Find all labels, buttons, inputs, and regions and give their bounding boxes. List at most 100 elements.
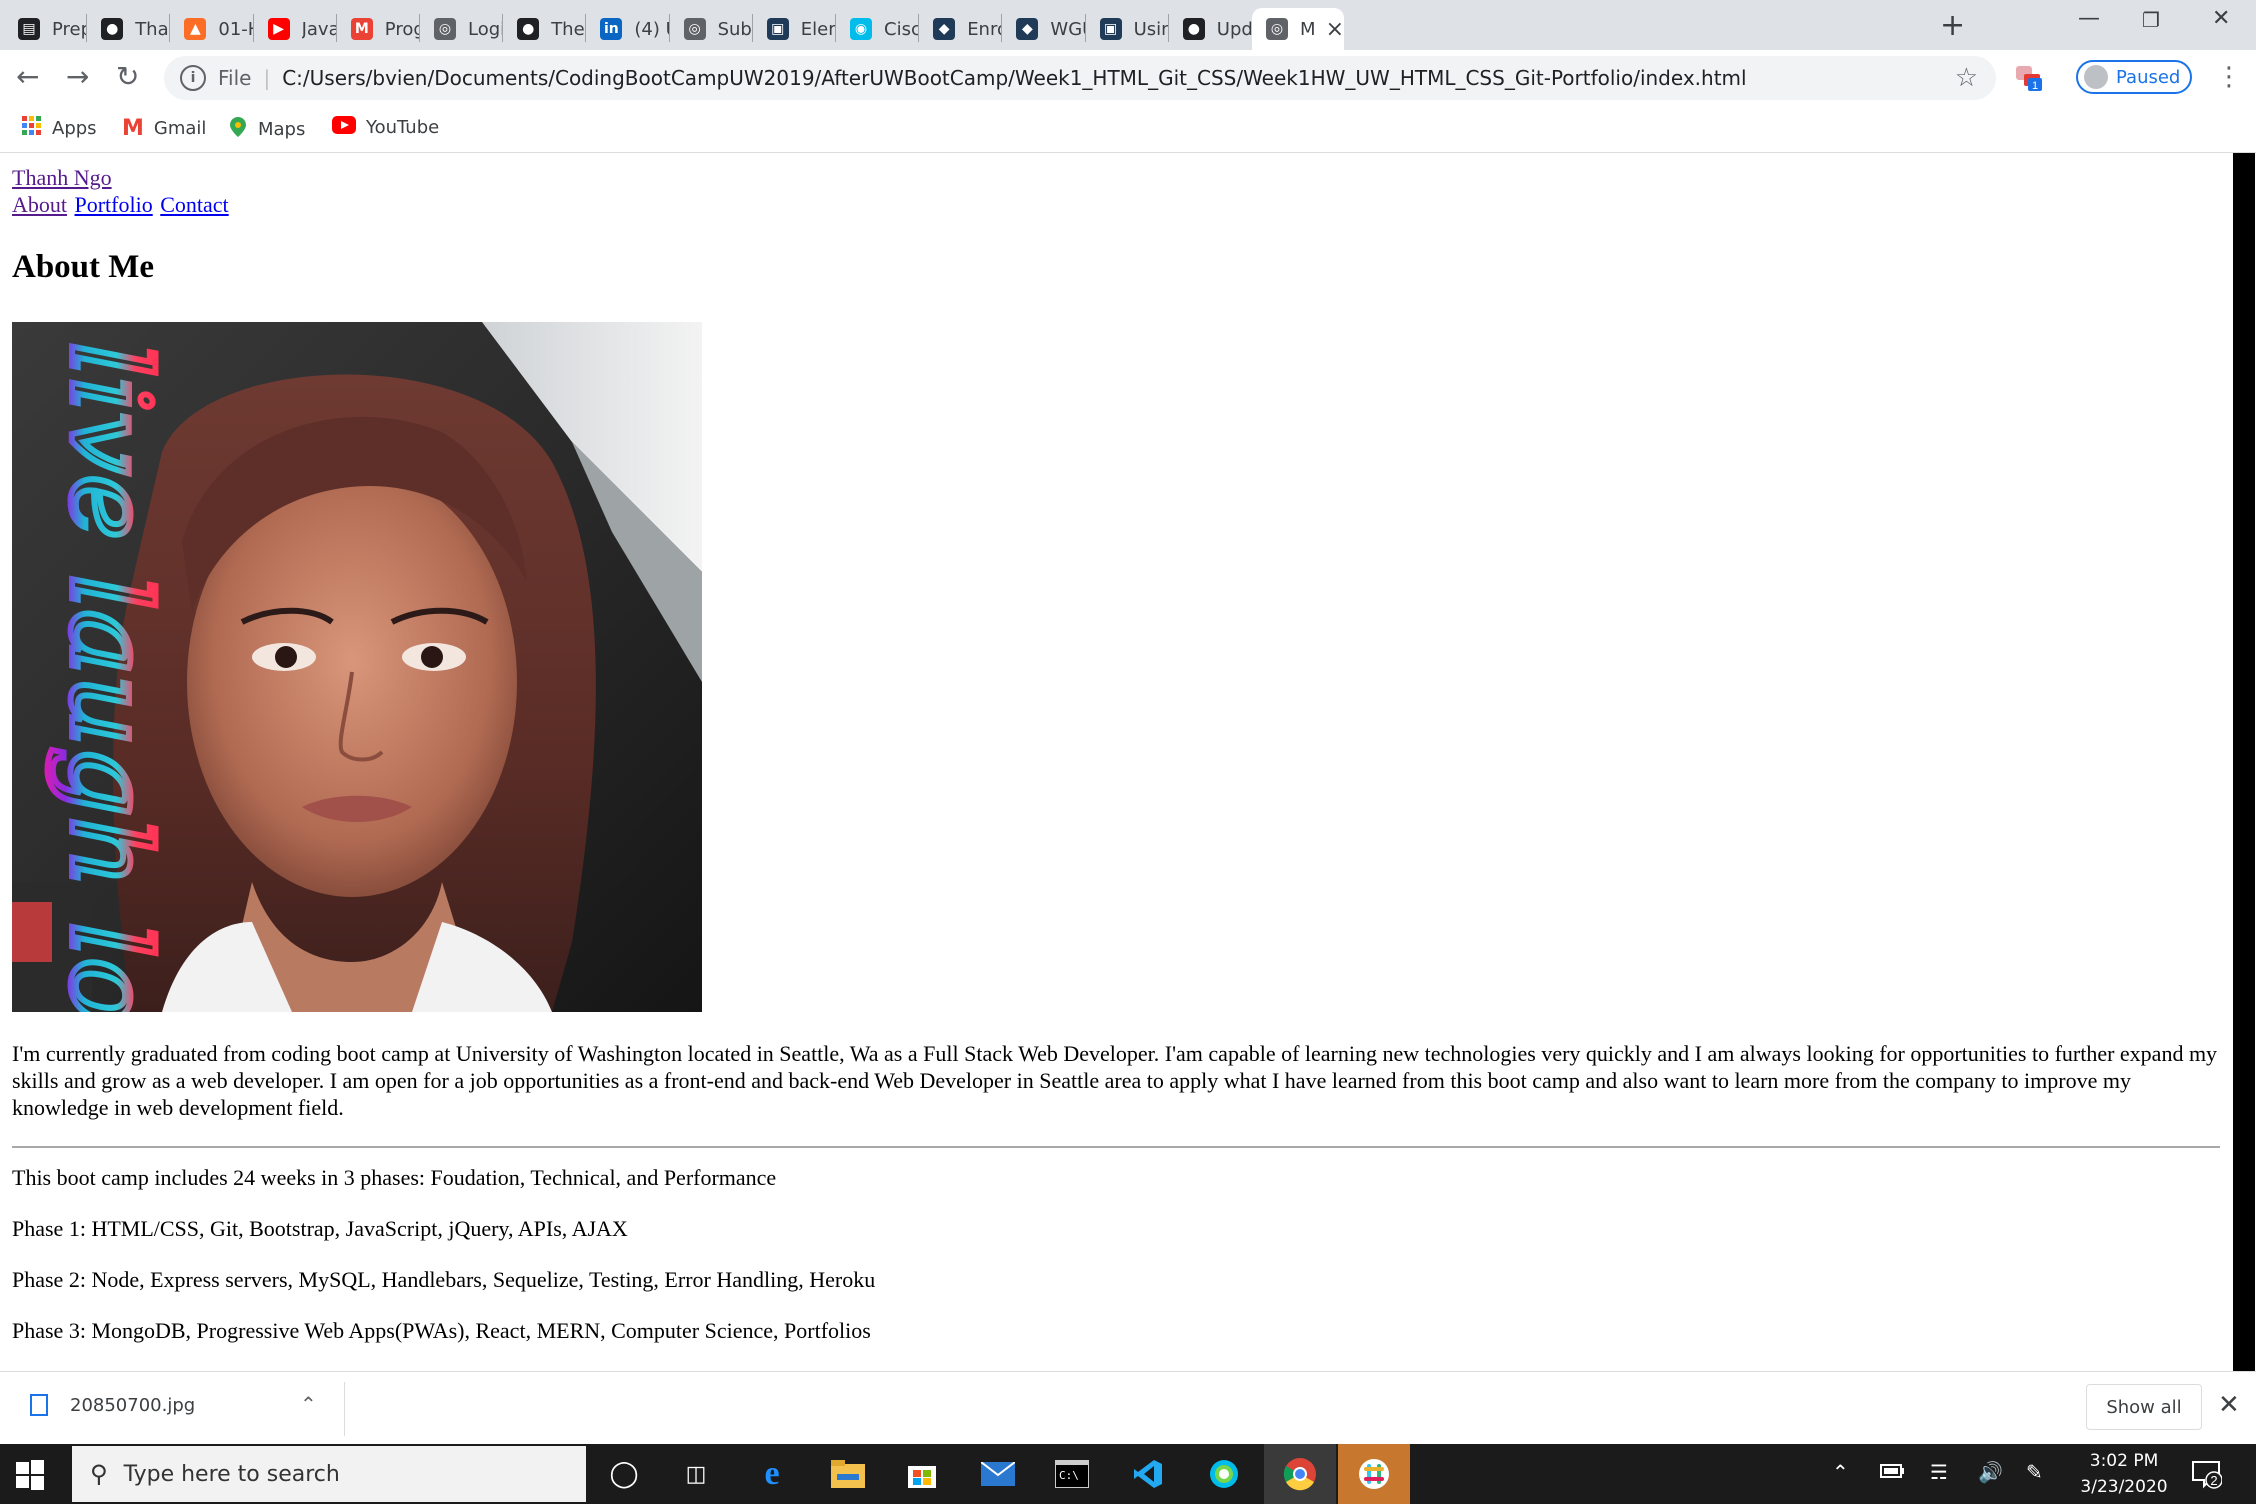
window-close-icon[interactable]: ✕: [2212, 6, 2230, 31]
tab-title: Submit: [717, 18, 753, 40]
show-all-button[interactable]: Show all: [2086, 1384, 2202, 1430]
url-scheme-label: File: [218, 66, 252, 90]
tab-0[interactable]: ▤ Prepare: [4, 8, 87, 50]
taskbar-clock[interactable]: 3:02 PM 3/23/2020: [2064, 1448, 2184, 1500]
notification-icon[interactable]: 2: [2190, 1458, 2223, 1490]
extension-icon[interactable]: 1: [2014, 64, 2042, 92]
tab-11[interactable]: ◆ Enrollm: [919, 8, 1002, 50]
reload-icon[interactable]: ↻: [116, 60, 139, 93]
tab-12[interactable]: ◆ WGU S: [1002, 8, 1086, 50]
tab-8[interactable]: ◎ Submit: [670, 8, 753, 50]
chevron-up-tray-icon[interactable]: ⌃: [1832, 1460, 1849, 1484]
bookmark-label: YouTube: [366, 117, 440, 138]
tab-7[interactable]: in (4) UW: [586, 8, 670, 50]
tab-2[interactable]: ▲ 01-HTM: [170, 8, 254, 50]
app-icon: ▣: [766, 18, 789, 40]
windows-start-icon[interactable]: [14, 1458, 46, 1490]
new-tab-button[interactable]: +: [1940, 8, 1965, 43]
cisco-webex-icon[interactable]: [1204, 1454, 1244, 1494]
pen-icon[interactable]: ✎: [2026, 1460, 2043, 1484]
document-icon: ▤: [18, 18, 40, 40]
tab-title: TheStor: [551, 18, 586, 40]
restore-icon[interactable]: ❐: [2142, 8, 2160, 32]
clock-time: 3:02 PM: [2089, 1451, 2159, 1471]
download-divider: [344, 1382, 345, 1436]
globe-icon: ◎: [683, 18, 706, 40]
tab-1[interactable]: ● ThanhN: [87, 8, 170, 50]
download-bar: 20850700.jpg ⌃ Show all ✕: [0, 1371, 2256, 1445]
bookmark-label: Gmail: [153, 118, 207, 139]
tab-title: (4) UW: [634, 18, 669, 40]
tab-title: Enrollm: [967, 18, 1002, 40]
forward-icon[interactable]: →: [66, 60, 89, 93]
nav-about-link[interactable]: About: [12, 192, 67, 217]
phase-1-text: Phase 1: HTML/CSS, Git, Bootstrap, JavaS…: [12, 1216, 628, 1241]
back-icon[interactable]: ←: [16, 60, 39, 93]
battery-icon[interactable]: [1880, 1460, 1906, 1484]
owl-icon: ◆: [933, 18, 956, 40]
tab-10[interactable]: ◉ Cisco V: [836, 8, 919, 50]
tab-3[interactable]: ▶ JavaScr: [254, 8, 337, 50]
tab-14[interactable]: ● Update: [1169, 8, 1252, 50]
tab-title: My: [1300, 18, 1314, 40]
nav-portfolio-link[interactable]: Portfolio: [75, 192, 153, 217]
phase-2-text: Phase 2: Node, Express servers, MySQL, H…: [12, 1267, 876, 1292]
tab-strip: ▤ Prepare ● ThanhN ▲ 01-HTM ▶ JavaScr M Prograr ◎ L…: [0, 0, 2256, 50]
tab-13[interactable]: ▣ Using T: [1086, 8, 1169, 50]
store-icon[interactable]: [902, 1454, 942, 1494]
section-divider: [12, 1146, 2220, 1148]
avatar-icon: [2084, 65, 2108, 89]
slack-icon[interactable]: [1354, 1454, 1394, 1494]
site-nav: About Portfolio Contact: [12, 192, 231, 218]
chevron-up-icon[interactable]: ⌃: [300, 1392, 317, 1416]
tab-15[interactable]: ◎ My ×: [1252, 8, 1344, 50]
tab-title: Elemen: [800, 18, 836, 40]
tab-5[interactable]: ◎ Login t: [420, 8, 503, 50]
notification-count: 2: [2210, 1473, 2217, 1488]
browser-menu-icon[interactable]: ⋮: [2216, 62, 2242, 92]
taskbar-search[interactable]: ⚲ Type here to search: [72, 1446, 586, 1502]
image-file-icon: [30, 1394, 48, 1416]
tab-9[interactable]: ▣ Elemen: [753, 8, 836, 50]
bookmark-gmail[interactable]: M Gmail: [122, 116, 206, 141]
url-text[interactable]: C:/Users/bvien/Documents/CodingBootCampU…: [282, 66, 1746, 90]
file-explorer-icon[interactable]: [828, 1454, 868, 1494]
edge-icon[interactable]: e: [752, 1454, 792, 1494]
task-view-icon[interactable]: ◫: [676, 1454, 716, 1494]
nav-contact-link[interactable]: Contact: [160, 192, 228, 217]
tab-title: Login t: [468, 18, 503, 40]
address-bar[interactable]: i File | C:/Users/bvien/Documents/Coding…: [164, 56, 1996, 100]
tab-4[interactable]: M Prograr: [337, 8, 420, 50]
phase-3-text: Phase 3: MongoDB, Progressive Web Apps(P…: [12, 1318, 871, 1343]
search-icon: ⚲: [90, 1460, 108, 1488]
tab-close-icon[interactable]: ×: [1326, 17, 1344, 42]
profile-button[interactable]: Paused: [2076, 60, 2192, 94]
bookmark-star-icon[interactable]: ☆: [1955, 63, 1978, 93]
volume-icon[interactable]: 🔊: [1978, 1460, 2003, 1484]
tab-title: Prepare: [52, 18, 88, 40]
page-title: About Me: [12, 249, 155, 285]
bookmark-maps[interactable]: Maps: [228, 116, 305, 143]
brand-link[interactable]: Thanh Ngo: [12, 165, 112, 191]
tab-title: WGU S: [1050, 18, 1085, 40]
close-download-bar-icon[interactable]: ✕: [2218, 1390, 2240, 1420]
terminal-icon[interactable]: C:\: [1052, 1454, 1092, 1494]
mail-icon[interactable]: [978, 1454, 1018, 1494]
page-scrollbar[interactable]: [2233, 153, 2255, 1371]
vscode-icon[interactable]: [1128, 1454, 1168, 1494]
page-content: Thanh Ngo About Portfolio Contact About …: [0, 153, 2232, 1371]
tab-title: ThanhN: [135, 18, 170, 40]
youtube-icon: ▶: [267, 18, 290, 40]
gmail-icon: M: [350, 18, 373, 40]
tab-6[interactable]: ● TheStor: [503, 8, 586, 50]
cortana-icon[interactable]: ◯: [604, 1454, 644, 1494]
bookmark-youtube[interactable]: YouTube: [332, 116, 439, 139]
bookmark-apps[interactable]: Apps: [22, 116, 97, 141]
minimize-icon[interactable]: —: [2078, 6, 2100, 31]
chrome-icon[interactable]: [1280, 1454, 1320, 1494]
globe-icon: ◎: [1266, 18, 1288, 40]
site-info-icon[interactable]: i: [180, 65, 206, 91]
download-item[interactable]: 20850700.jpg: [30, 1394, 195, 1416]
owl-icon: ◆: [1016, 18, 1039, 40]
wifi-icon[interactable]: ☴: [1930, 1460, 1948, 1484]
